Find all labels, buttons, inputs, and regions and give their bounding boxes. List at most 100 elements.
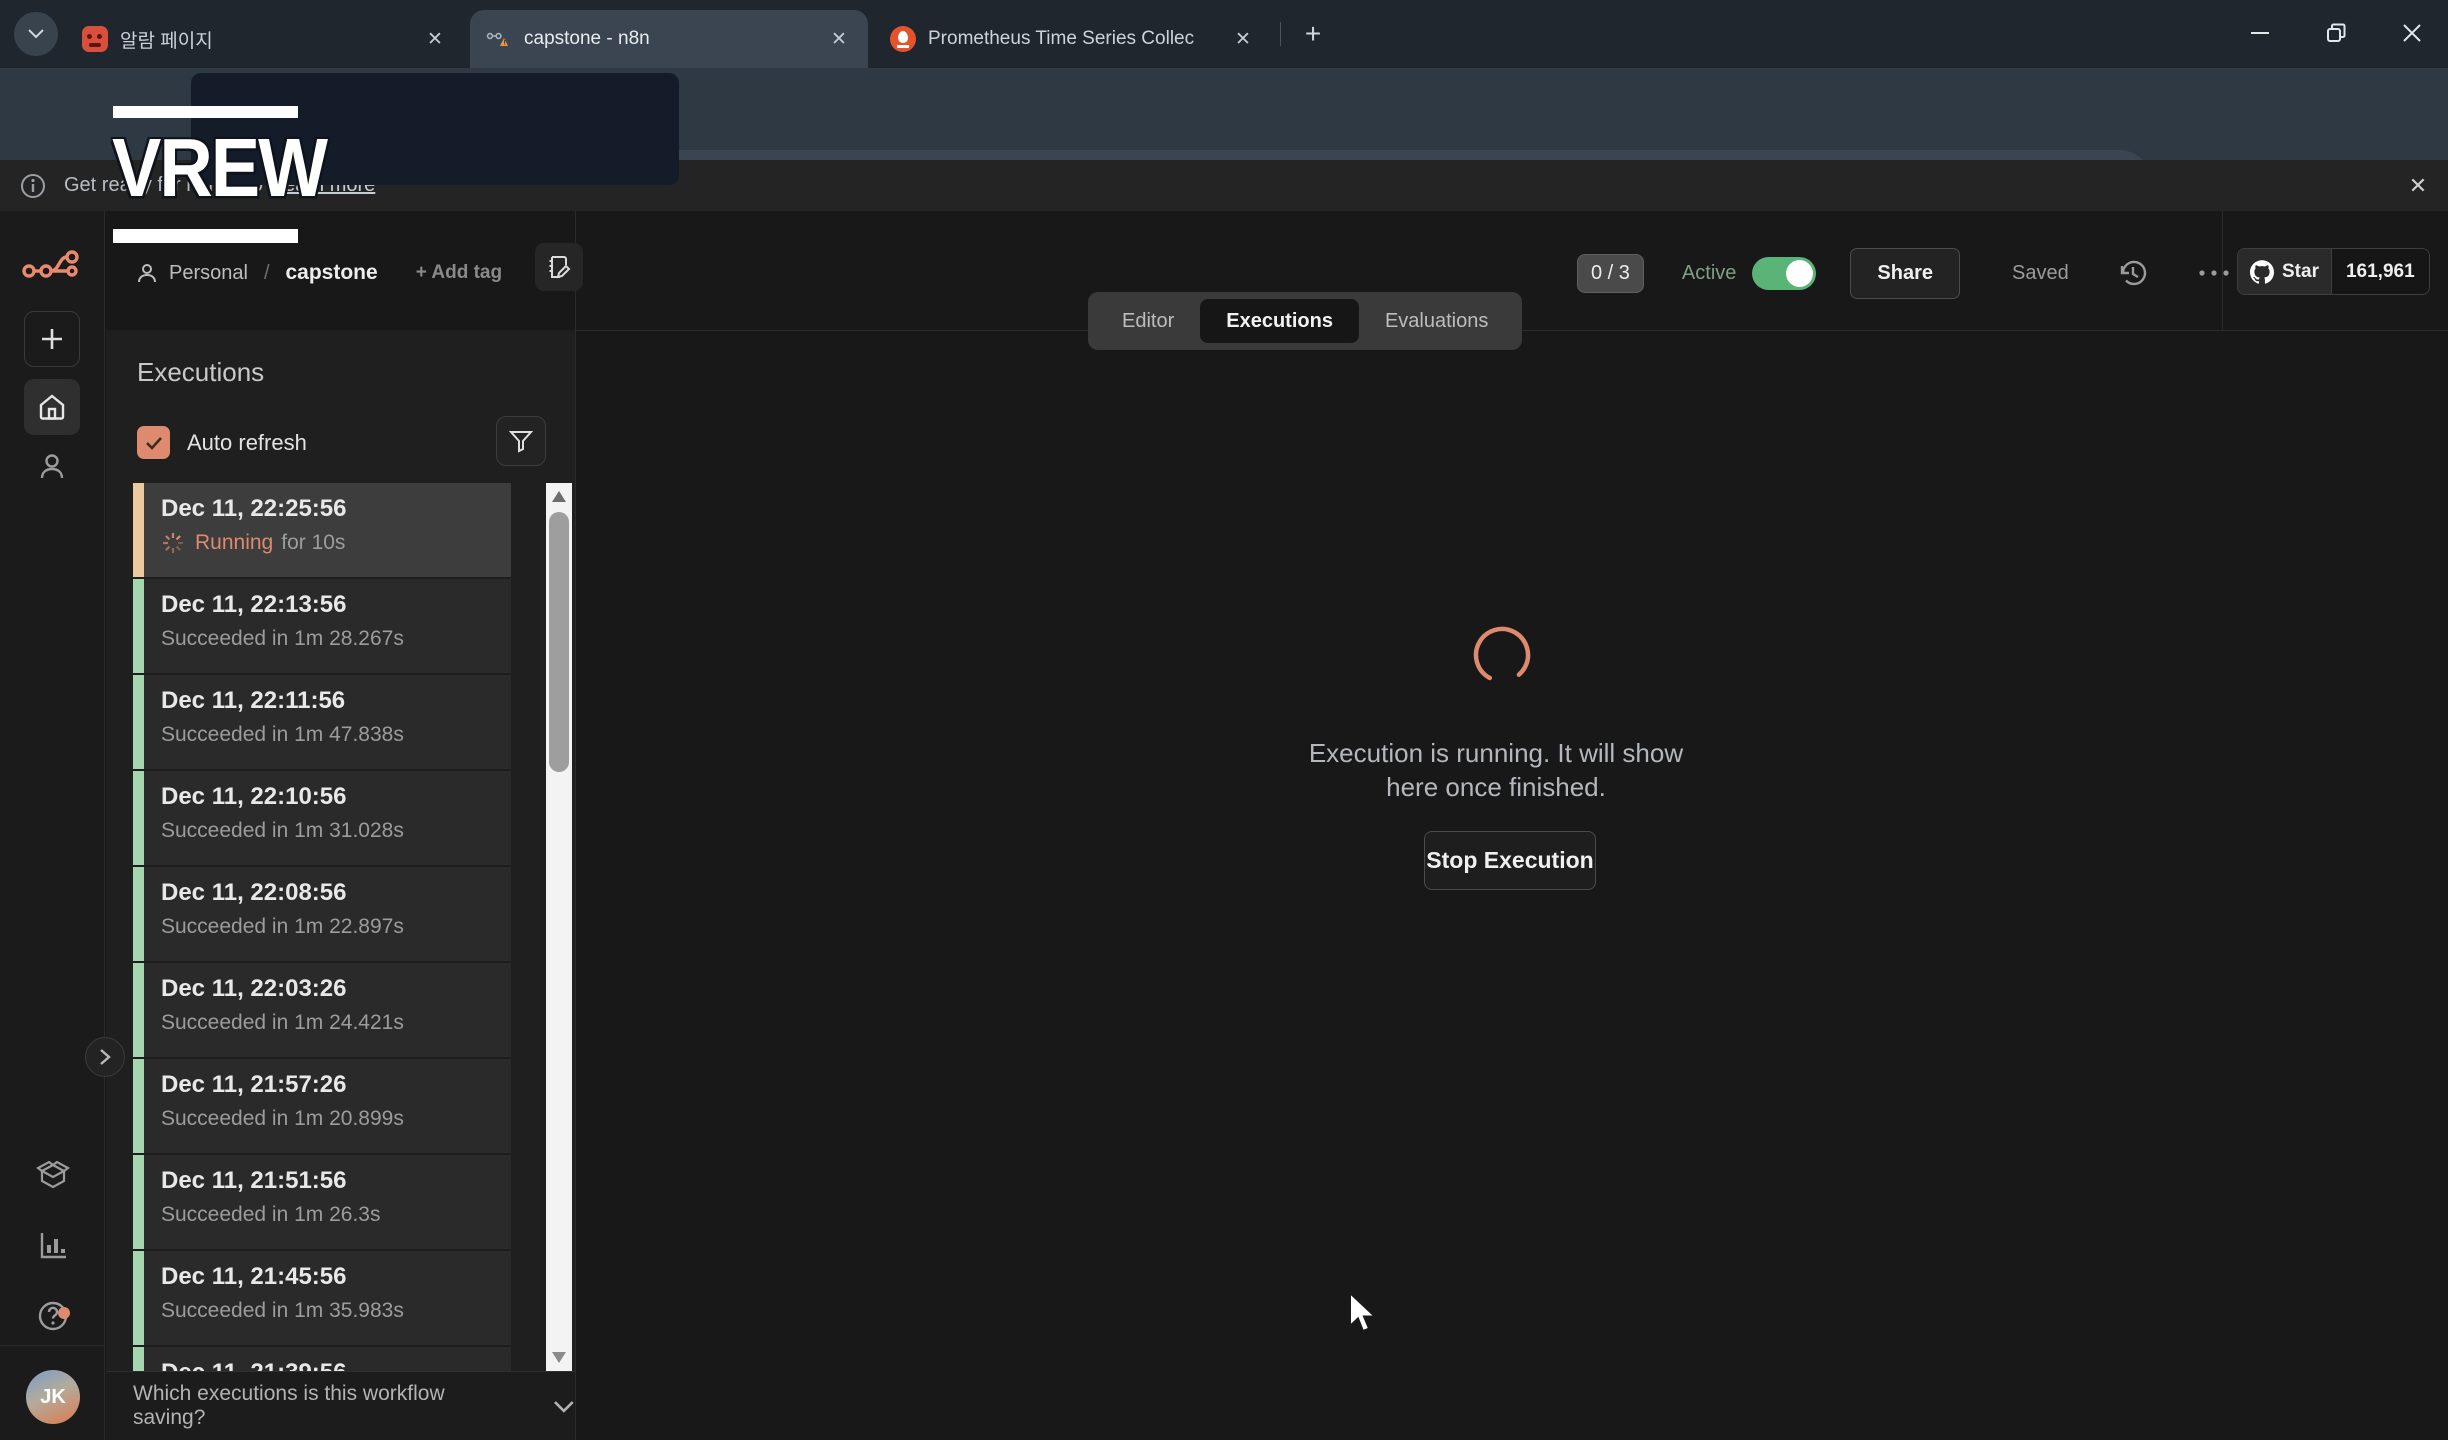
info-icon xyxy=(20,173,46,199)
person-icon xyxy=(135,261,159,285)
github-star-widget[interactable]: Star 161,961 xyxy=(2237,248,2430,295)
execution-status-accent xyxy=(133,579,144,673)
templates-box-icon[interactable] xyxy=(36,1159,70,1193)
scroll-down-arrow[interactable] xyxy=(552,1352,566,1363)
auto-refresh-control[interactable]: Auto refresh xyxy=(137,426,307,459)
execution-status-accent xyxy=(133,1155,144,1249)
running-message: Execution is running. It will show here … xyxy=(1216,736,1776,804)
footer-question[interactable]: Which executions is this workflow saving… xyxy=(133,1382,517,1430)
toggle-knob xyxy=(1786,260,1813,287)
add-tag-button[interactable]: + Add tag xyxy=(416,262,502,284)
tab-editor[interactable]: Editor xyxy=(1096,299,1200,343)
prometheus-icon xyxy=(890,26,916,52)
executions-scrollbar[interactable] xyxy=(546,483,572,1371)
browser-tab-capstone[interactable]: ! capstone - n8n ✕ xyxy=(470,10,868,68)
insights-chart-icon[interactable] xyxy=(36,1229,70,1263)
sidebar-item-personal[interactable] xyxy=(36,451,68,483)
execution-date: Dec 11, 21:45:56 xyxy=(161,1263,511,1291)
execution-list-item[interactable]: Dec 11, 22:25:56Runningfor 10s xyxy=(133,483,511,579)
execution-list-item[interactable]: Dec 11, 22:10:56 Succeeded in 1m 31.028s xyxy=(133,771,511,867)
execution-list-item[interactable]: Dec 11, 21:51:56 Succeeded in 1m 26.3s xyxy=(133,1155,511,1251)
execution-status: Succeeded in 1m 26.3s xyxy=(161,1203,511,1227)
banner-close-icon[interactable]: ✕ xyxy=(2404,172,2432,200)
active-label: Active xyxy=(1682,262,1736,285)
github-star-button[interactable]: Star xyxy=(2238,249,2331,294)
note-pencil-icon xyxy=(546,254,572,280)
execution-status: Succeeded in 1m 47.838s xyxy=(161,723,511,747)
execution-date: Dec 11, 22:11:56 xyxy=(161,687,511,715)
checkmark-icon xyxy=(145,436,163,450)
execution-list-item[interactable]: Dec 11, 22:03:26Succeeded in 1m 24.421s xyxy=(133,963,511,1059)
filter-funnel-icon xyxy=(509,429,533,453)
edit-note-button[interactable] xyxy=(535,243,583,291)
execution-list-item[interactable]: Dec 11, 22:11:56 Succeeded in 1m 47.838s xyxy=(133,675,511,771)
screen: 알람 페이지 ✕ ! capstone - n8n ✕ Prometheus T… xyxy=(0,0,2448,1440)
tab-close-icon[interactable]: ✕ xyxy=(1230,26,1256,52)
execution-status-accent xyxy=(133,867,144,961)
execution-list-item[interactable]: Dec 11, 21:45:56 Succeeded in 1m 35.983s xyxy=(133,1251,511,1347)
execution-status: Succeeded in 1m 24.421s xyxy=(161,1011,511,1035)
minimize-button[interactable] xyxy=(2248,21,2272,45)
active-toggle[interactable] xyxy=(1752,257,1816,290)
tab-search-button[interactable] xyxy=(14,12,58,56)
execution-status: Succeeded in 1m 22.897s xyxy=(161,915,511,939)
execution-date: Dec 11, 21:51:56 xyxy=(161,1167,511,1195)
scroll-up-arrow[interactable] xyxy=(552,491,566,502)
add-workflow-button[interactable] xyxy=(24,311,80,367)
more-options-icon[interactable] xyxy=(2197,267,2231,279)
execution-status: Succeeded in 1m 35.983s xyxy=(161,1299,511,1323)
execution-date: Dec 11, 22:10:56 xyxy=(161,783,511,811)
tab-close-icon[interactable]: ✕ xyxy=(826,26,852,52)
execution-status: Succeeded in 1m 28.267s xyxy=(161,627,511,651)
execution-list-item[interactable]: Dec 11, 21:39:56 xyxy=(133,1347,511,1371)
tab-executions[interactable]: Executions xyxy=(1200,299,1359,343)
share-button[interactable]: Share xyxy=(1850,248,1960,299)
execution-list-item[interactable]: Dec 11, 21:57:26Succeeded in 1m 20.899s xyxy=(133,1059,511,1155)
close-button[interactable] xyxy=(2400,21,2424,45)
expand-sidebar-button[interactable] xyxy=(85,1037,125,1077)
tab-title: capstone - n8n xyxy=(524,28,650,50)
chevron-down-icon[interactable] xyxy=(553,1400,575,1413)
watermark-bar-top xyxy=(113,106,298,118)
filter-button[interactable] xyxy=(496,416,546,466)
running-message-line1: Execution is running. It will show xyxy=(1216,736,1776,770)
tab-separator xyxy=(1280,22,1281,46)
sidebar-item-home[interactable] xyxy=(24,379,80,435)
execution-status-accent xyxy=(133,483,144,577)
panel-title: Executions xyxy=(137,357,264,388)
breadcrumb: Personal / capstone + Add tag xyxy=(135,251,502,295)
scrollbar-thumb[interactable] xyxy=(549,512,569,772)
auto-refresh-label: Auto refresh xyxy=(187,430,307,456)
tab-evaluations[interactable]: Evaluations xyxy=(1359,299,1514,343)
notification-dot xyxy=(58,1307,70,1319)
n8n-warning-icon: ! xyxy=(486,26,512,52)
execution-status-accent xyxy=(133,675,144,769)
restore-button[interactable] xyxy=(2324,21,2348,45)
execution-list-item[interactable]: Dec 11, 22:08:56Succeeded in 1m 22.897s xyxy=(133,867,511,963)
user-avatar[interactable]: JK xyxy=(26,1370,80,1424)
new-tab-button[interactable]: + xyxy=(1295,16,1331,52)
breadcrumb-project[interactable]: Personal xyxy=(169,262,248,285)
execution-status-accent xyxy=(133,963,144,1057)
breadcrumb-separator: / xyxy=(264,262,270,285)
home-icon xyxy=(37,392,67,422)
execution-status: Runningfor 10s xyxy=(161,531,511,555)
execution-status: Succeeded in 1m 31.028s xyxy=(161,819,511,843)
red-creature-icon xyxy=(82,26,108,52)
execution-status-accent xyxy=(133,1251,144,1345)
execution-status-accent xyxy=(133,1059,144,1153)
production-executions-counter: 0 / 3 xyxy=(1577,254,1644,293)
execution-list-item[interactable]: Dec 11, 22:13:56Succeeded in 1m 28.267s xyxy=(133,579,511,675)
executions-footer[interactable]: Which executions is this workflow saving… xyxy=(106,1371,575,1440)
n8n-logo-icon xyxy=(22,247,84,283)
history-icon[interactable] xyxy=(2117,257,2149,289)
stop-execution-button[interactable]: Stop Execution xyxy=(1424,831,1596,890)
github-octocat-icon xyxy=(2250,260,2274,284)
tab-close-icon[interactable]: ✕ xyxy=(422,26,448,52)
browser-tab-prometheus[interactable]: Prometheus Time Series Collec ✕ xyxy=(874,10,1272,68)
executions-panel: Executions Auto refresh Dec 11, 22:25:56… xyxy=(106,330,575,1440)
browser-tab-alarm[interactable]: 알람 페이지 ✕ xyxy=(66,10,464,68)
workflow-name[interactable]: capstone xyxy=(286,261,378,285)
github-star-count: 161,961 xyxy=(2331,249,2429,294)
auto-refresh-checkbox[interactable] xyxy=(137,426,170,459)
